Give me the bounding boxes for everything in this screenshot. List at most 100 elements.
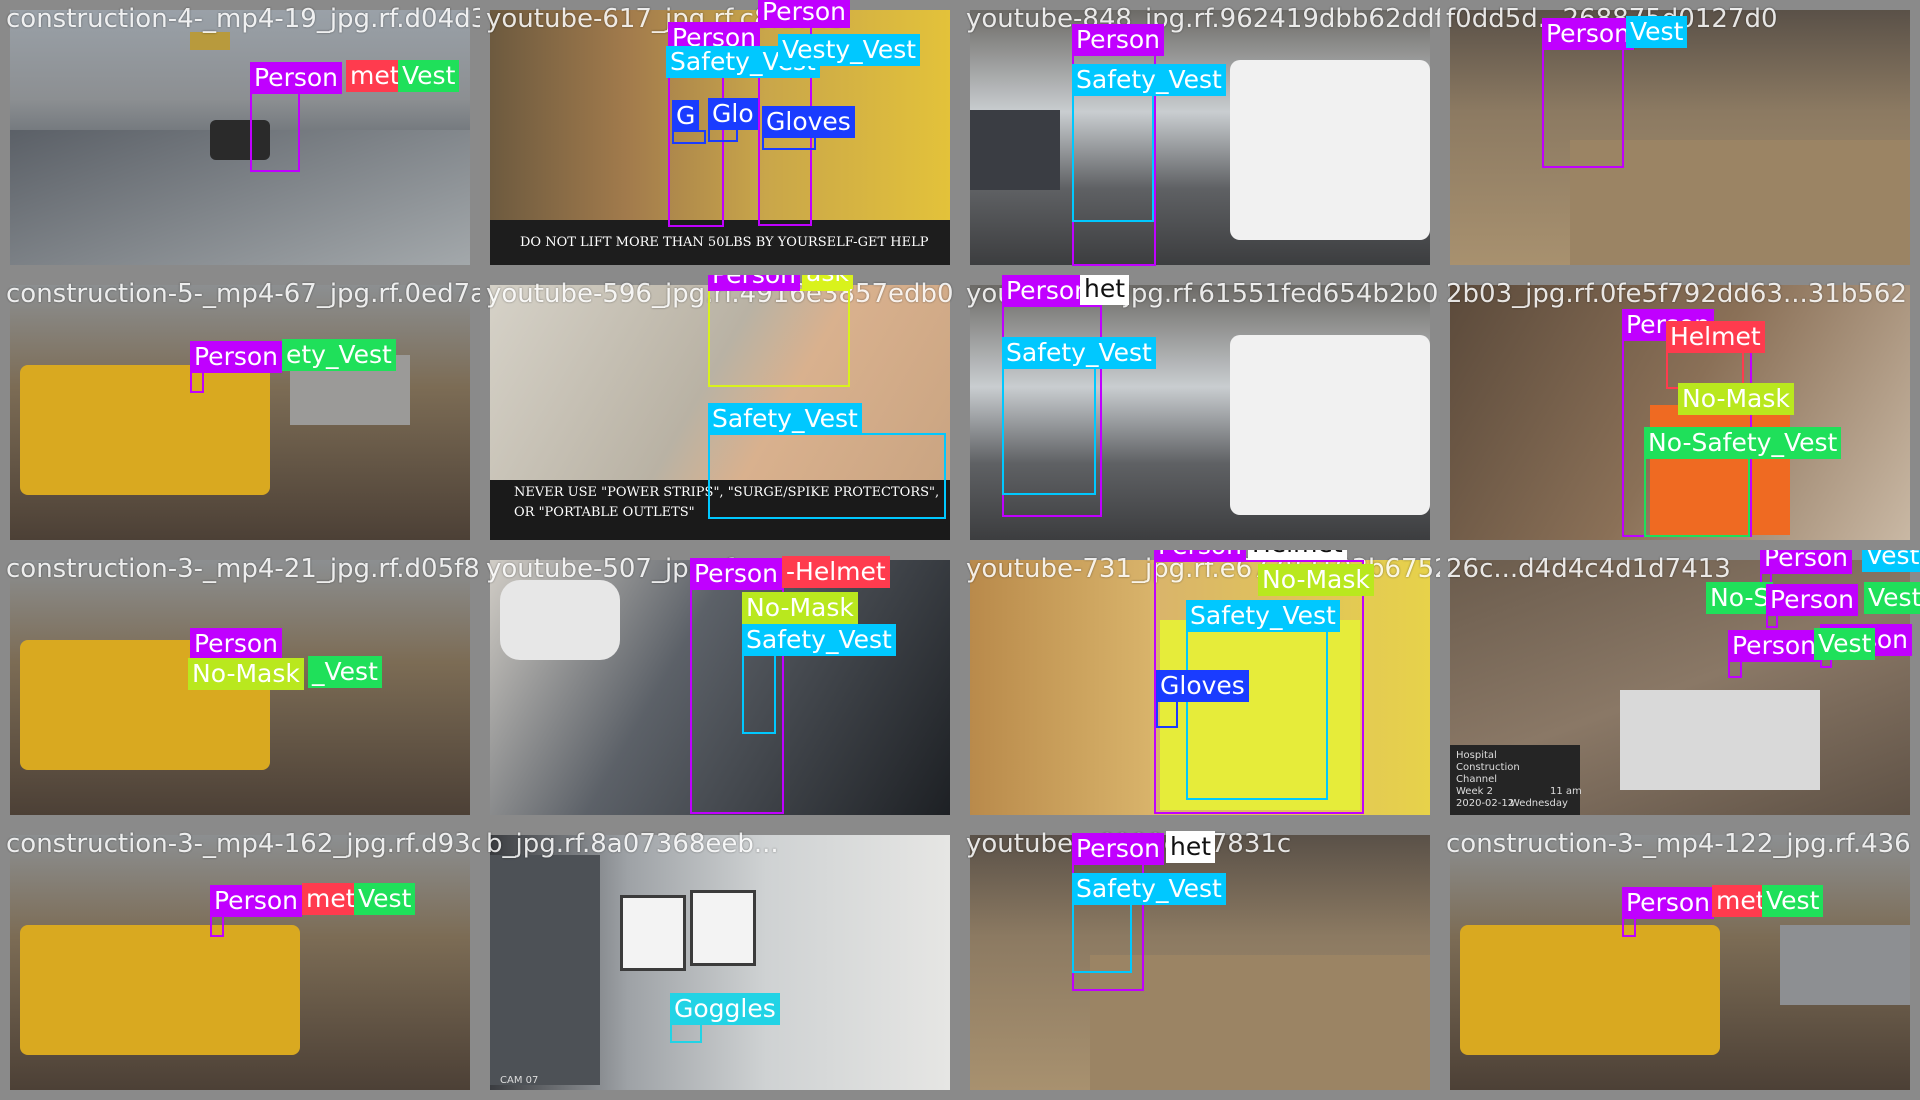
photo bbox=[1450, 835, 1910, 1090]
detection-box: Vesty_Vest bbox=[778, 34, 921, 67]
detection-label: Vest bbox=[1814, 628, 1876, 660]
detection-label: No-Mask bbox=[1678, 383, 1794, 415]
detection-label: Safety_Vest bbox=[742, 624, 896, 656]
detection-box: Vest bbox=[354, 883, 416, 916]
detection-label: met bbox=[302, 883, 360, 915]
detection-box: Person bbox=[708, 275, 850, 387]
detection-box: Safety_Vest bbox=[1072, 64, 1226, 222]
detection-box: Person bbox=[1622, 887, 1715, 937]
photo bbox=[10, 285, 470, 540]
overlay-caption: DO NOT LIFT MORE THAN 50LBS BY YOURSELF-… bbox=[520, 235, 929, 250]
detection-box: Person bbox=[210, 885, 303, 937]
detection-label: No-S bbox=[1706, 582, 1774, 614]
overlay-caption: 11 am bbox=[1550, 786, 1582, 797]
detection-box: No-Mask bbox=[1258, 564, 1374, 597]
detection-box: Person bbox=[1766, 584, 1859, 628]
detection-label: Person bbox=[250, 62, 343, 94]
tile-6: NEVER USE "POWER STRIPS", "SURGE/SPIKE P… bbox=[480, 275, 960, 550]
tile-caption: b_jpg.rf.8a07368eeb... bbox=[486, 829, 779, 859]
detection-label: Helmet bbox=[1666, 321, 1765, 353]
detection-label: Person bbox=[1072, 833, 1165, 865]
tile-11: youtube-731_jpg.rf.e67783103b67526c...jp… bbox=[960, 550, 1440, 825]
detection-label: Person bbox=[1728, 630, 1821, 662]
tile-8: 2b03_jpg.rf.0fe5f792dd63...31b562 Person… bbox=[1440, 275, 1920, 550]
tile-12: Hospital Construction Channel Week 2 202… bbox=[1440, 550, 1920, 825]
detection-label: Safety_Vest bbox=[1072, 64, 1226, 96]
tile-caption: construction-3-_mp4-21_jpg.rf.d05f8youtu… bbox=[6, 554, 480, 584]
detection-label: ask bbox=[802, 275, 853, 289]
photo: CAM 07 bbox=[490, 835, 950, 1090]
detection-label: Person bbox=[1766, 584, 1859, 616]
detection-label: Vest bbox=[398, 60, 460, 92]
tile-caption: youtube-848_jpg.rf.962419dbb62ddf0ddd5d bbox=[966, 4, 1440, 34]
detection-label: Person bbox=[190, 628, 283, 660]
detection-box: Vest bbox=[1626, 16, 1688, 49]
detection-box: Vest bbox=[398, 60, 460, 93]
detection-box: Goggles bbox=[670, 993, 780, 1043]
detection-label: Vest bbox=[1864, 582, 1920, 614]
detection-label: Vesty_Vest bbox=[778, 34, 921, 66]
photo bbox=[10, 10, 470, 265]
tile-13: construction-3-_mp4-162_jpg.rf.d93c77489… bbox=[0, 825, 480, 1100]
detection-label: Vest bbox=[1862, 550, 1920, 572]
overlay-caption: Construction bbox=[1456, 762, 1520, 773]
overlay-caption: 2020-02-12 bbox=[1456, 798, 1515, 809]
detection-label: Person bbox=[210, 885, 303, 917]
detection-label: No-Mask bbox=[1258, 564, 1374, 596]
overlay-caption: Wednesday bbox=[1510, 798, 1568, 809]
detection-label: Gloves bbox=[1156, 670, 1249, 702]
detection-label: Person bbox=[1622, 887, 1715, 919]
tile-caption: construction-3-_mp4-162_jpg.rf.d93c77489… bbox=[6, 829, 480, 859]
tile-4: f0dd5d...268875d0127d0 Person Vest bbox=[1440, 0, 1920, 275]
detection-box: No-Safety_Vest bbox=[1644, 427, 1842, 537]
tile-1: construction-4-_mp4-19_jpg.rf.d04d3d917f… bbox=[0, 0, 480, 275]
detection-label: No-Safety_Vest bbox=[1644, 427, 1842, 459]
detection-label: Person bbox=[690, 558, 783, 590]
detection-box: Vest bbox=[1762, 885, 1824, 918]
overlay-caption: Channel bbox=[1456, 774, 1498, 785]
detection-box: Person bbox=[250, 62, 343, 172]
tile-caption: construction-4-_mp4-19_jpg.rf.d04d3d917f… bbox=[6, 4, 480, 34]
detection-box: met bbox=[346, 60, 404, 93]
detection-box: ety_Vest bbox=[282, 339, 396, 372]
detection-box: Safety_Vest bbox=[742, 624, 896, 734]
detection-label: Vest bbox=[1762, 885, 1824, 917]
detection-box: Person bbox=[1728, 630, 1821, 678]
tile-7: youtube-0...jpg.rf.61551fed654b2b03_jpg.… bbox=[960, 275, 1440, 550]
detection-label: -Helmet bbox=[782, 556, 890, 588]
detection-label: Safety_Vest bbox=[1186, 600, 1340, 632]
detection-mosaic: construction-4-_mp4-19_jpg.rf.d04d3d917f… bbox=[0, 0, 1920, 1100]
tile-3: youtube-848_jpg.rf.962419dbb62ddf0ddd5d … bbox=[960, 0, 1440, 275]
detection-label: Person bbox=[758, 0, 851, 28]
tile-15: youtube...6999ec47831c Person het Safety… bbox=[960, 825, 1440, 1100]
detection-box: Person bbox=[1542, 18, 1635, 168]
photo bbox=[970, 10, 1430, 265]
detection-label: Goggles bbox=[670, 993, 780, 1025]
detection-label: Person bbox=[708, 275, 801, 291]
tile-caption: construction-5-_mp4-67_jpg.rf.0ed7a0e89b… bbox=[6, 279, 480, 309]
detection-label: ety_Vest bbox=[282, 339, 396, 371]
detection-box: het bbox=[1166, 831, 1216, 864]
detection-label: Person bbox=[1154, 550, 1247, 562]
detection-label: Glo bbox=[708, 98, 758, 130]
tile-caption: construction-3-_mp4-122_jpg.rf.436 bbox=[1446, 829, 1911, 859]
detection-label: Helmet bbox=[1248, 550, 1347, 560]
detection-box: Gloves bbox=[1156, 670, 1249, 728]
detection-box: _Vest bbox=[308, 656, 382, 689]
overlay-caption: Week 2 bbox=[1456, 786, 1493, 797]
detection-label: het bbox=[1080, 275, 1130, 305]
tile-caption: 2b03_jpg.rf.0fe5f792dd63...31b562 bbox=[1446, 279, 1907, 309]
detection-label: No-Mask bbox=[188, 658, 304, 690]
overlay-caption: Hospital bbox=[1456, 750, 1497, 761]
tile-10: youtube-507_jpg.rf... Person -Helmet No-… bbox=[480, 550, 960, 825]
detection-box: Safety_Vest bbox=[1186, 600, 1340, 800]
overlay-caption: OR "PORTABLE OUTLETS" bbox=[514, 505, 695, 520]
photo bbox=[10, 835, 470, 1090]
detection-box: Gloves bbox=[762, 106, 855, 150]
detection-label: Person bbox=[1760, 550, 1853, 574]
detection-box: Safety_Vest bbox=[708, 403, 946, 519]
detection-box: Safety_Vest bbox=[1072, 873, 1226, 973]
detection-label: het bbox=[1166, 831, 1216, 863]
detection-label: Gloves bbox=[762, 106, 855, 138]
tile-5: construction-5-_mp4-67_jpg.rf.0ed7a0e89b… bbox=[0, 275, 480, 550]
